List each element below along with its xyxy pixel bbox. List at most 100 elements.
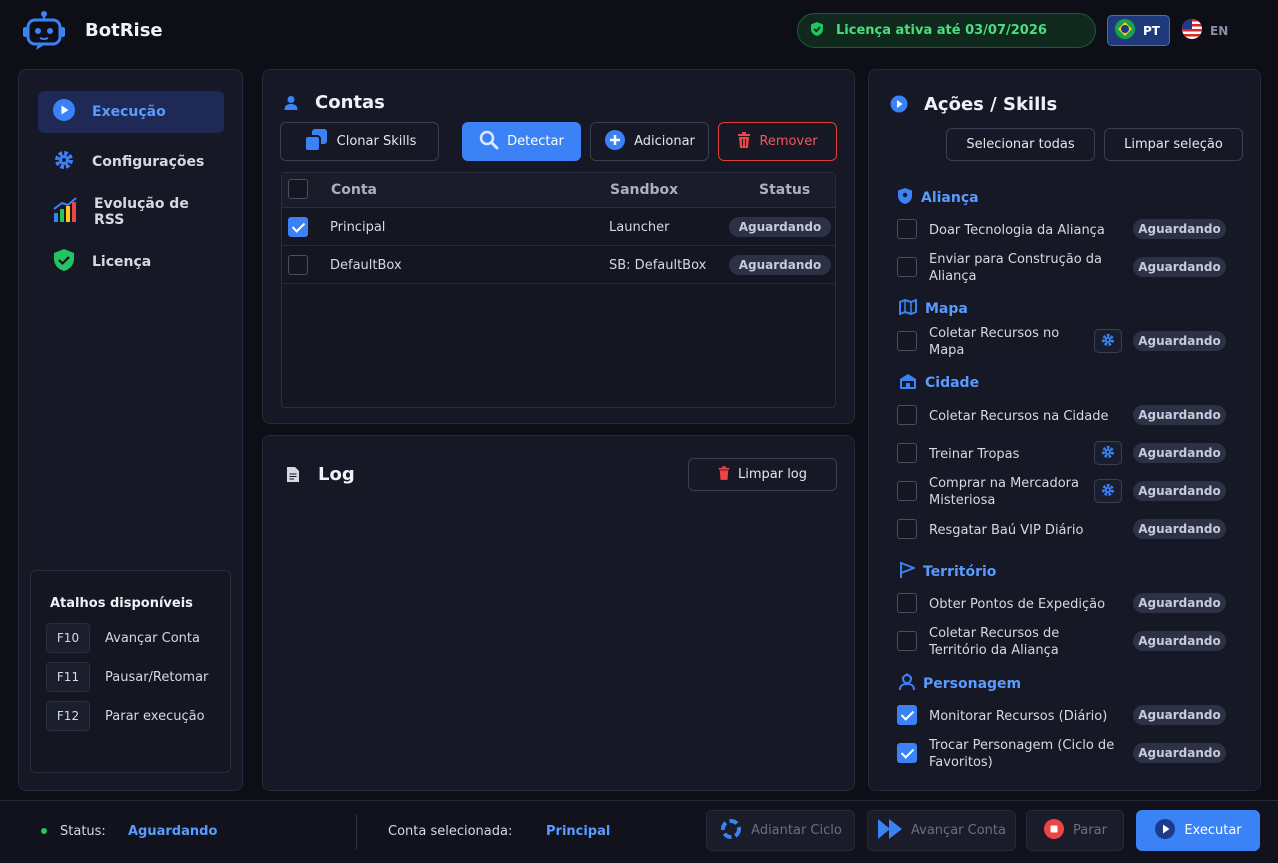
skill-label: Monitorar Recursos (Diário) bbox=[929, 709, 1108, 724]
account-row-checkbox[interactable] bbox=[288, 217, 308, 237]
skill-checkbox[interactable] bbox=[897, 593, 917, 613]
execute-label: Executar bbox=[1184, 823, 1242, 838]
gear-icon bbox=[1101, 444, 1115, 463]
status-value: Aguardando bbox=[128, 824, 218, 839]
skill-label: Treinar Tropas bbox=[929, 447, 1020, 462]
status-badge: Aguardando bbox=[1133, 705, 1226, 725]
skill-checkbox[interactable] bbox=[897, 743, 917, 763]
shortcut-key: F12 bbox=[46, 701, 90, 731]
app-title: BotRise bbox=[85, 20, 163, 41]
shield-check-icon bbox=[810, 21, 824, 41]
skill-label: Enviar para Construção da Aliança bbox=[929, 252, 1103, 284]
clear-selection-button[interactable]: Limpar seleção bbox=[1104, 128, 1243, 161]
skill-checkbox[interactable] bbox=[897, 331, 917, 351]
skill-settings-button[interactable] bbox=[1094, 441, 1122, 465]
section-title: Aliança bbox=[921, 190, 979, 206]
skill-label: Trocar Personagem (Ciclo de Favoritos) bbox=[929, 738, 1115, 770]
advance-cycle-button[interactable]: Adiantar Ciclo bbox=[706, 810, 855, 851]
skill-checkbox[interactable] bbox=[897, 443, 917, 463]
brazil-flag-icon bbox=[1115, 18, 1135, 43]
language-pt-label: PT bbox=[1143, 23, 1160, 38]
section-title: Território bbox=[923, 564, 997, 580]
language-en-label: EN bbox=[1210, 23, 1229, 38]
execute-button[interactable]: Executar bbox=[1136, 810, 1260, 851]
skill-label: Coletar Recursos na Cidade bbox=[929, 409, 1109, 424]
remove-label: Remover bbox=[759, 134, 818, 149]
remove-button[interactable]: Remover bbox=[718, 122, 837, 161]
column-header-status: Status bbox=[759, 182, 811, 198]
status-label: Status: bbox=[60, 824, 106, 839]
skill-checkbox[interactable] bbox=[897, 705, 917, 725]
castle-icon bbox=[899, 373, 917, 393]
language-pt-button[interactable]: PT bbox=[1107, 15, 1170, 46]
sidebar-item-licenca[interactable]: Licença bbox=[38, 241, 224, 283]
stop-label: Parar bbox=[1073, 823, 1107, 838]
shortcuts-title: Atalhos disponíveis bbox=[50, 596, 193, 611]
section-mapa: Mapa bbox=[899, 298, 968, 319]
sidebar-item-execucao[interactable]: Execução bbox=[38, 91, 224, 133]
select-all-accounts-checkbox[interactable] bbox=[288, 179, 308, 199]
section-title: Mapa bbox=[925, 301, 968, 317]
skills-title: Ações / Skills bbox=[924, 94, 1058, 115]
section-title: Personagem bbox=[923, 676, 1022, 692]
status-badge: Aguardando bbox=[729, 217, 831, 237]
account-sandbox: Launcher bbox=[609, 220, 670, 235]
shield-icon bbox=[897, 187, 913, 209]
skill-checkbox[interactable] bbox=[897, 519, 917, 539]
skill-checkbox[interactable] bbox=[897, 257, 917, 277]
section-personagem: Personagem bbox=[899, 673, 1021, 695]
status-badge: Aguardando bbox=[1133, 631, 1226, 651]
skill-settings-button[interactable] bbox=[1094, 479, 1122, 503]
shortcut-label: Avançar Conta bbox=[105, 631, 200, 646]
section-territorio: Território bbox=[899, 561, 996, 583]
shortcut-key: F10 bbox=[46, 623, 90, 653]
status-badge: Aguardando bbox=[1133, 743, 1226, 763]
usa-flag-icon bbox=[1182, 18, 1202, 43]
sidebar-item-label: Licença bbox=[92, 254, 152, 270]
section-cidade: Cidade bbox=[899, 373, 979, 393]
fast-forward-icon bbox=[877, 818, 903, 844]
add-label: Adicionar bbox=[634, 134, 695, 149]
clone-skills-label: Clonar Skills bbox=[336, 134, 417, 149]
stop-button[interactable]: Parar bbox=[1026, 810, 1124, 851]
skill-checkbox[interactable] bbox=[897, 631, 917, 651]
skill-checkbox[interactable] bbox=[897, 481, 917, 501]
copy-icon bbox=[303, 128, 329, 156]
trash-icon bbox=[718, 465, 730, 484]
license-text: Licença ativa até 03/07/2026 bbox=[836, 23, 1047, 38]
detect-button[interactable]: Detectar bbox=[462, 122, 581, 161]
account-row-checkbox[interactable] bbox=[288, 255, 308, 275]
sidebar-item-label: Evolução de RSS bbox=[94, 196, 189, 228]
clone-skills-button[interactable]: Clonar Skills bbox=[280, 122, 439, 161]
play-icon bbox=[890, 95, 908, 117]
status-badge: Aguardando bbox=[1133, 219, 1226, 239]
play-icon bbox=[1154, 818, 1176, 844]
status-badge: Aguardando bbox=[1133, 593, 1226, 613]
section-alianca: Aliança bbox=[897, 187, 979, 209]
advance-account-button[interactable]: Avançar Conta bbox=[867, 810, 1016, 851]
column-header-sandbox: Sandbox bbox=[610, 182, 679, 198]
sidebar-item-configuracoes[interactable]: Configurações bbox=[38, 141, 224, 183]
gear-icon bbox=[1101, 482, 1115, 501]
status-badge: Aguardando bbox=[1133, 405, 1226, 425]
status-dot-icon bbox=[41, 828, 47, 834]
column-header-account: Conta bbox=[331, 182, 377, 198]
user-icon bbox=[284, 95, 298, 115]
section-title: Cidade bbox=[925, 375, 980, 391]
search-icon bbox=[479, 130, 499, 154]
skill-checkbox[interactable] bbox=[897, 405, 917, 425]
skill-settings-button[interactable] bbox=[1094, 329, 1122, 353]
language-en-button[interactable]: EN bbox=[1182, 15, 1232, 46]
selected-account-value: Principal bbox=[546, 824, 611, 839]
skill-label: Comprar na Mercadora Misteriosa bbox=[929, 476, 1079, 508]
status-badge: Aguardando bbox=[1133, 257, 1226, 277]
status-badge: Aguardando bbox=[1133, 331, 1226, 351]
skill-checkbox[interactable] bbox=[897, 219, 917, 239]
log-output bbox=[280, 505, 836, 775]
select-all-button[interactable]: Selecionar todas bbox=[946, 128, 1095, 161]
skill-label: Resgatar Baú VIP Diário bbox=[929, 523, 1084, 538]
clear-log-button[interactable]: Limpar log bbox=[688, 458, 837, 491]
plus-circle-icon bbox=[604, 129, 626, 155]
sidebar-item-evolucao-rss[interactable]: Evolução de RSS bbox=[38, 191, 224, 233]
add-button[interactable]: Adicionar bbox=[590, 122, 709, 161]
